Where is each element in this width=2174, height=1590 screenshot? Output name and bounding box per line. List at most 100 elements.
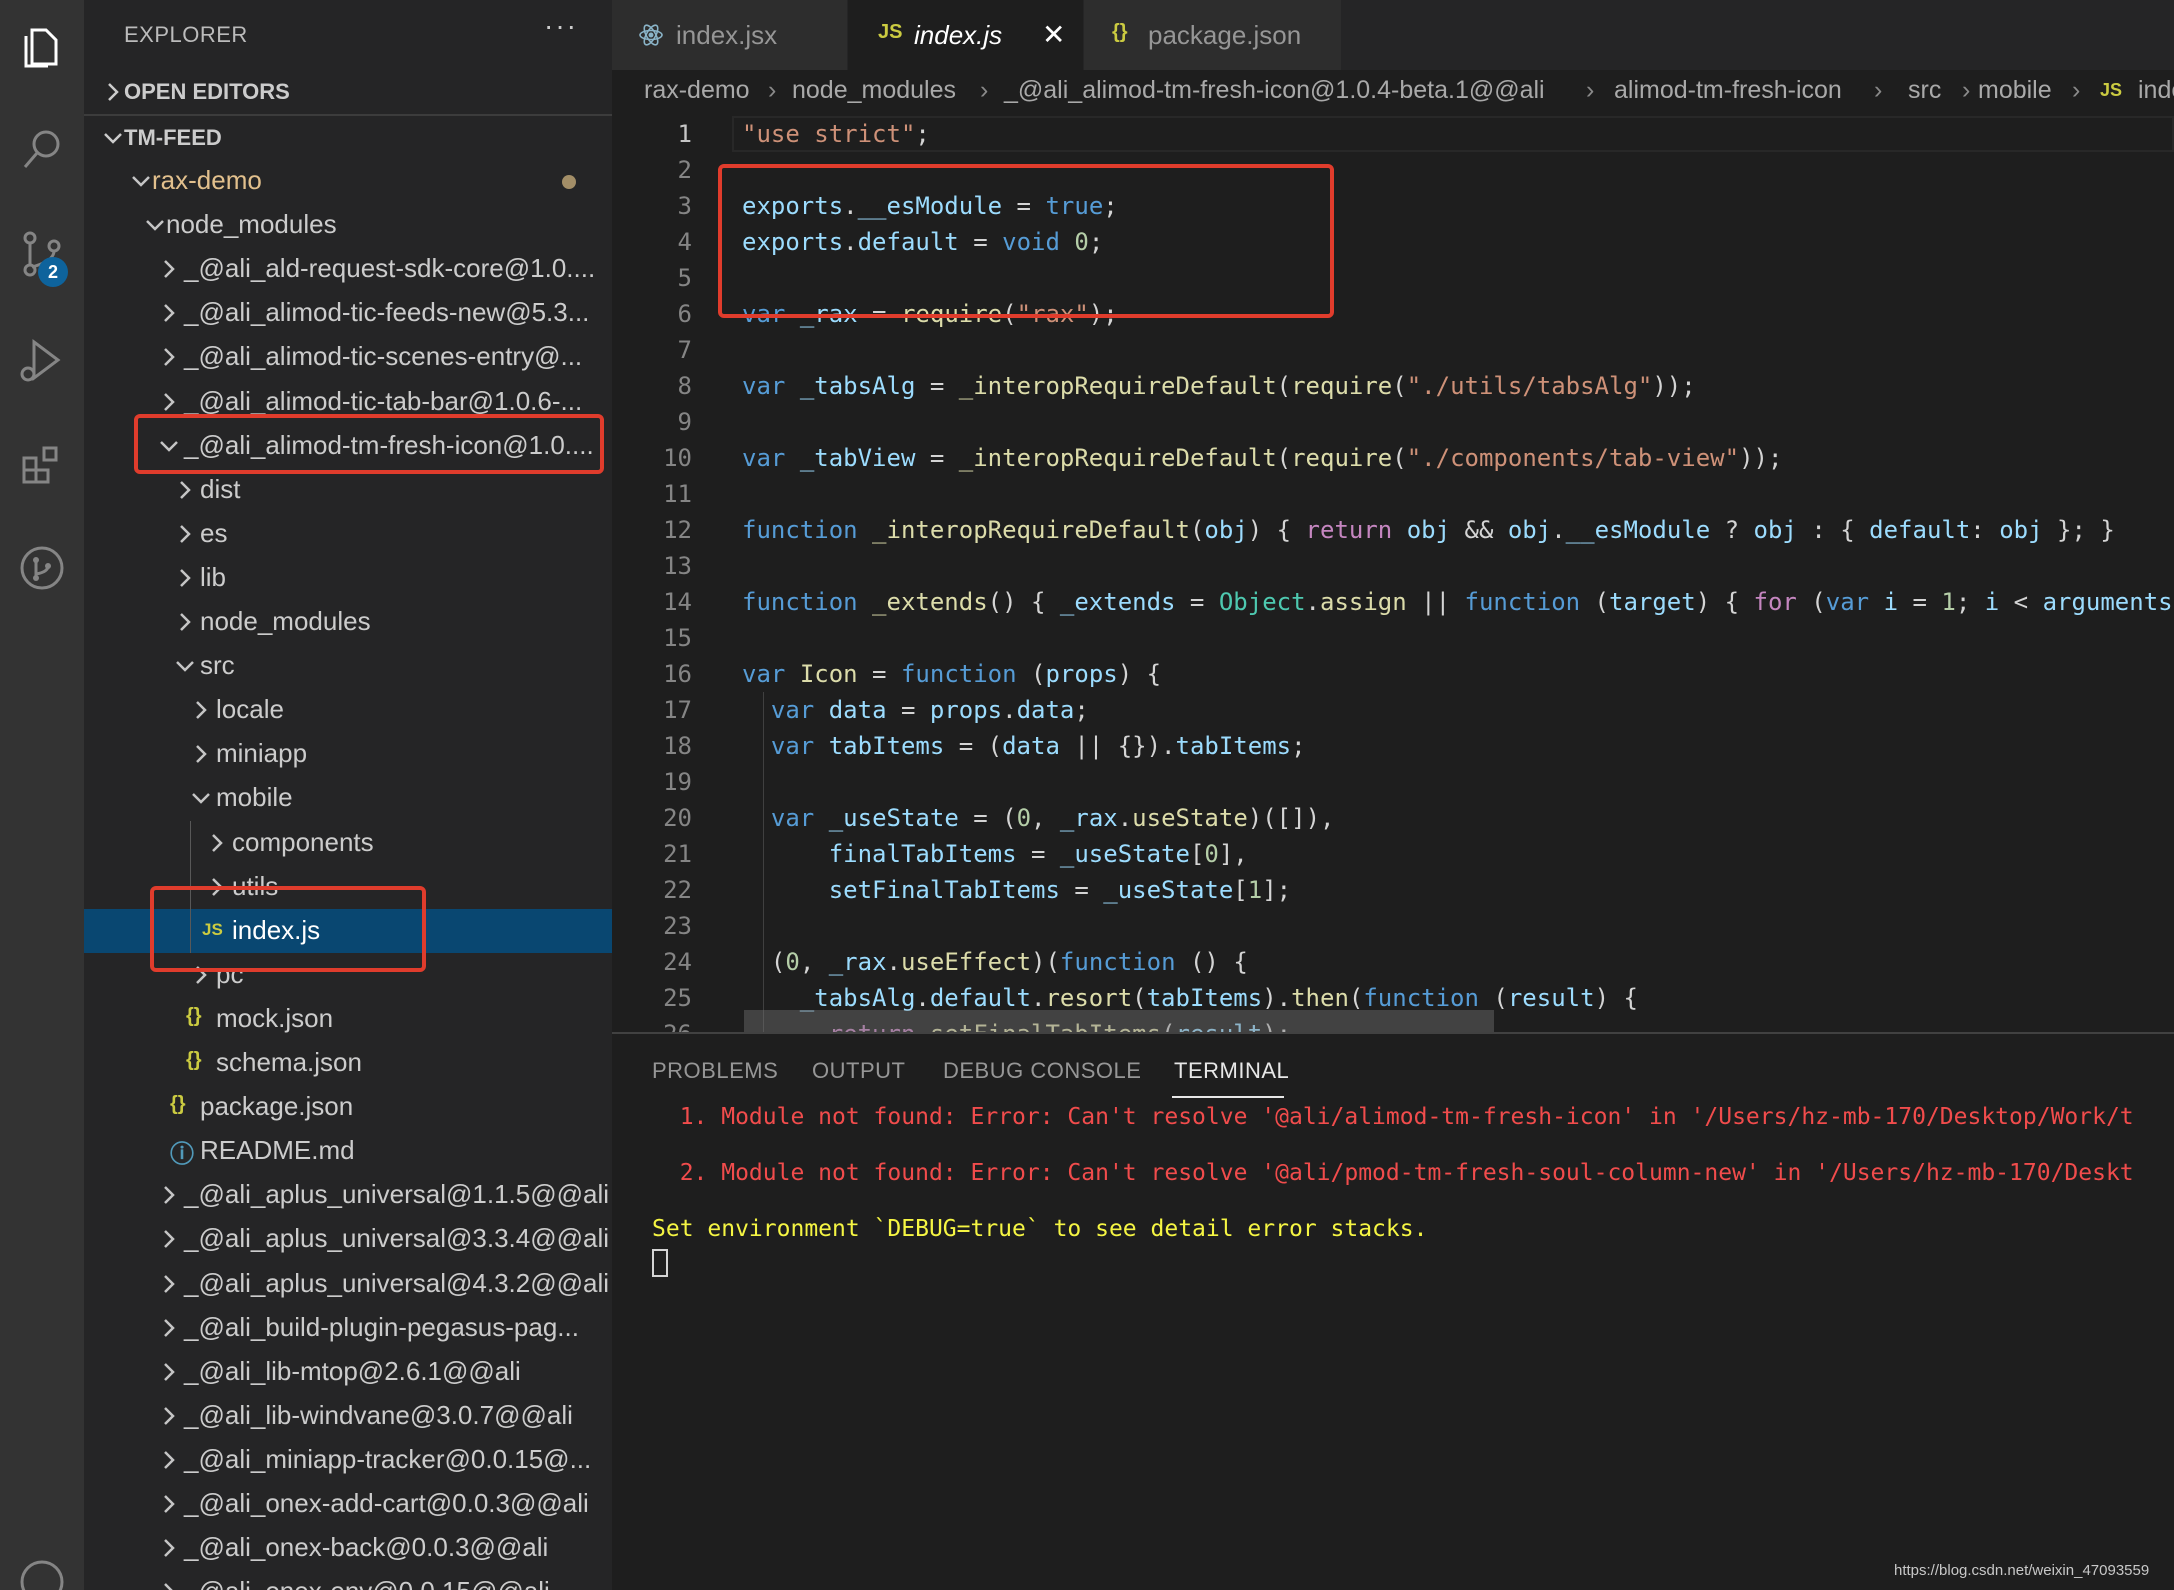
breadcrumb-item[interactable]: node_modules bbox=[792, 76, 956, 105]
folder-item[interactable]: _@ali_alimod-tic-scenes-entry@... bbox=[84, 335, 612, 379]
files-icon[interactable] bbox=[0, 6, 84, 90]
tab-problems[interactable]: PROBLEMS bbox=[652, 1058, 778, 1084]
chevron-right-icon bbox=[164, 1406, 175, 1425]
folder-item[interactable]: node_modules bbox=[84, 600, 612, 644]
breadcrumb-item[interactable]: src bbox=[1908, 76, 1941, 105]
js-file-icon: JS bbox=[2100, 80, 2123, 100]
open-editors-label: OPEN EDITORS bbox=[124, 79, 290, 104]
code-line: 23 bbox=[612, 908, 2174, 944]
tree-item-label: _@ali_lib-mtop@2.6.1@@ali bbox=[184, 1355, 521, 1386]
chevron-right-icon bbox=[196, 701, 207, 720]
tree-item-label: _@ali_build-plugin-pegasus-pag... bbox=[184, 1311, 579, 1342]
folder-item[interactable]: es bbox=[84, 512, 612, 556]
folder-item[interactable]: _@ali_onex-add-cart@0.0.3@@ali bbox=[84, 1482, 612, 1526]
tree-item-label: rax-demo bbox=[152, 165, 262, 195]
folder-item[interactable]: _@ali_aplus_universal@3.3.4@@ali bbox=[84, 1217, 612, 1261]
account-icon[interactable] bbox=[0, 1540, 84, 1590]
chevron-right-icon bbox=[196, 745, 207, 764]
folder-item[interactable]: src bbox=[84, 644, 612, 688]
file-item[interactable]: {} schema.json bbox=[84, 1041, 612, 1085]
code-line: 9 bbox=[612, 404, 2174, 440]
breadcrumb-item[interactable]: rax-demo bbox=[644, 76, 750, 105]
folder-item[interactable]: _@ali_aplus_universal@1.1.5@@ali bbox=[84, 1173, 612, 1217]
line-number: 2 bbox=[677, 156, 692, 184]
folder-item[interactable]: _@ali_onex-back@0.0.3@@ali bbox=[84, 1526, 612, 1570]
folder-item[interactable]: node_modules bbox=[84, 203, 612, 247]
tab-index-jsx[interactable]: index.jsx bbox=[612, 0, 848, 70]
tab-terminal[interactable]: TERMINAL bbox=[1174, 1058, 1289, 1084]
tree-item-label: _@ali_aplus_universal@3.3.4@@ali bbox=[184, 1223, 610, 1254]
workspace-section[interactable]: TM-FEED bbox=[84, 116, 612, 160]
tab-label: index.jsx bbox=[676, 20, 778, 50]
line-number: 16 bbox=[663, 660, 692, 688]
more-actions-icon[interactable]: ··· bbox=[544, 10, 578, 42]
tab-label: package.json bbox=[1148, 20, 1302, 50]
folder-item[interactable]: _@ali_lib-windvane@3.0.7@@ali bbox=[84, 1394, 612, 1438]
folder-item[interactable]: locale bbox=[84, 688, 612, 732]
folder-item[interactable]: miniapp bbox=[84, 732, 612, 776]
open-editors-section[interactable]: OPEN EDITORS bbox=[84, 70, 612, 114]
chevron-right-icon bbox=[164, 1495, 175, 1513]
code-line: 10 var _tabView = _interopRequireDefault(… bbox=[612, 440, 2174, 476]
horizontal-scrollbar[interactable] bbox=[744, 1010, 1494, 1032]
chevron-down-icon bbox=[192, 793, 210, 805]
run-debug-icon[interactable] bbox=[0, 318, 84, 402]
git-graph-icon[interactable] bbox=[0, 526, 84, 610]
line-number: 12 bbox=[663, 516, 692, 544]
line-number: 25 bbox=[663, 984, 692, 1012]
breadcrumb-item[interactable]: alimod-tm-fresh-icon bbox=[1614, 76, 1842, 105]
tree-item-label: node_modules bbox=[200, 606, 371, 636]
annotation-box-package bbox=[134, 414, 604, 474]
code-line: 14 function _extends() { _extends = Objec… bbox=[612, 584, 2174, 620]
terminal-error-line: 1. Module not found: Error: Can't resolv… bbox=[652, 1104, 2134, 1130]
file-item[interactable]: {} package.json bbox=[84, 1085, 612, 1129]
code-line: 12 function _interopRequireDefault(obj) {… bbox=[612, 512, 2174, 548]
tab-package-json[interactable]: {} package.json bbox=[1084, 0, 1342, 70]
tree-item-label: es bbox=[200, 517, 228, 548]
tab-index-js[interactable]: JS index.js ✕ bbox=[848, 0, 1084, 70]
folder-item[interactable]: _@ali_alimod-tic-feeds-new@5.3... bbox=[84, 291, 612, 335]
json-file-icon: {} bbox=[1112, 21, 1128, 43]
code-text: var tabItems = (data || {}).tabItems; bbox=[770, 732, 1306, 760]
code-line: 18 var tabItems = (data || {}).tabItems; bbox=[612, 728, 2174, 764]
folder-item[interactable]: _@ali_build-plugin-pegasus-pag... bbox=[84, 1306, 612, 1350]
close-tab-icon[interactable]: ✕ bbox=[1042, 18, 1065, 51]
folder-item[interactable]: _@ali_aplus_universal@4.3.2@@ali bbox=[84, 1262, 612, 1306]
breadcrumb-item[interactable]: _@ali_alimod-tm-fresh-icon@1.0.4-beta.1@… bbox=[1004, 76, 1545, 105]
folder-item[interactable]: lib bbox=[84, 556, 612, 600]
tree-item-label: lib bbox=[200, 561, 227, 592]
folder-item[interactable]: _@ali_ald-request-sdk-core@1.0.... bbox=[84, 247, 612, 291]
line-number: 1 bbox=[677, 120, 692, 148]
folder-item[interactable]: _@ali_lib-mtop@2.6.1@@ali bbox=[84, 1350, 612, 1394]
folder-item[interactable]: components bbox=[84, 821, 612, 865]
folder-item[interactable]: dist bbox=[84, 468, 612, 512]
source-control-icon[interactable] bbox=[0, 212, 84, 296]
file-item[interactable]: ⓘ README.md bbox=[84, 1129, 612, 1173]
tree-item-label: dist bbox=[200, 473, 241, 504]
line-number: 18 bbox=[663, 732, 692, 760]
line-number: 10 bbox=[663, 444, 692, 472]
tree-item-label: node_modules bbox=[166, 209, 337, 240]
extensions-icon[interactable] bbox=[0, 422, 84, 506]
folder-item[interactable]: rax-demo bbox=[84, 159, 612, 203]
tab-output[interactable]: OUTPUT bbox=[812, 1058, 905, 1084]
bottom-panel: PROBLEMS OUTPUT DEBUG CONSOLE TERMINAL 1… bbox=[612, 1032, 2174, 1590]
code-text: finalTabItems = _useState[0], bbox=[828, 840, 1248, 868]
tree-item-label: locale bbox=[216, 694, 284, 725]
file-item[interactable]: {} mock.json bbox=[84, 997, 612, 1041]
json-file-icon: {} bbox=[186, 1049, 202, 1071]
folder-item[interactable]: _@ali_onex-env@0.0.15@@ali bbox=[84, 1570, 612, 1590]
folder-item[interactable]: _@ali_miniapp-tracker@0.0.15@... bbox=[84, 1438, 612, 1482]
folder-item[interactable]: mobile bbox=[84, 776, 612, 820]
code-line: 17 var data = props.data; bbox=[612, 692, 2174, 728]
chevron-right-icon bbox=[164, 304, 175, 323]
tree-item-label: _@ali_alimod-tic-scenes-entry@... bbox=[184, 341, 583, 372]
tree-item-label: src bbox=[200, 650, 235, 681]
tree-item-label: _@ali_aplus_universal@1.1.5@@ali bbox=[184, 1179, 610, 1210]
tab-debug-console[interactable]: DEBUG CONSOLE bbox=[943, 1058, 1141, 1084]
breadcrumb-item-current[interactable]: inde bbox=[2138, 76, 2174, 105]
search-icon[interactable] bbox=[0, 108, 84, 192]
code-text: function _interopRequireDefault(obj) { r… bbox=[742, 516, 2115, 544]
line-number: 9 bbox=[677, 408, 692, 436]
breadcrumb-item[interactable]: mobile bbox=[1978, 76, 2052, 105]
